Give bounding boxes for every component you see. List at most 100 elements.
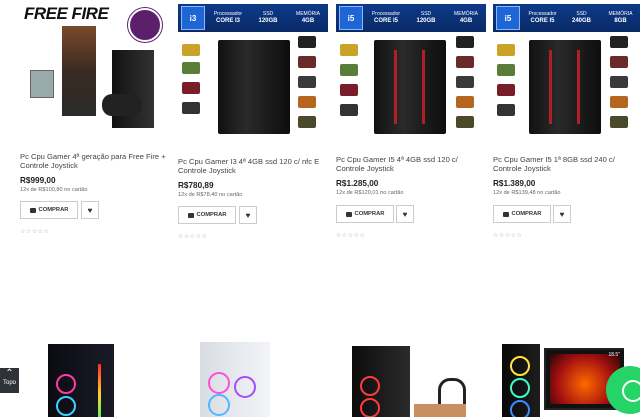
free-fire-logo: FREE FIRE: [24, 4, 109, 23]
buy-label: COMPRAR: [354, 211, 385, 217]
product-image[interactable]: i5 Processador CORE I5 SSD 120GB MEMÓRIA 4G…: [336, 0, 486, 140]
buy-button[interactable]: COMPRAR: [178, 206, 236, 224]
whatsapp-icon: [622, 380, 640, 402]
rating-stars: ☆☆☆☆☆: [20, 229, 50, 235]
product-image[interactable]: [190, 338, 290, 417]
game-logo: [182, 102, 200, 114]
game-logo: [456, 76, 474, 88]
buy-label: COMPRAR: [38, 207, 69, 213]
heart-icon: ♥: [559, 209, 565, 219]
spec-banner: i5 Processador CORE I5 SSD 240GB MEMÓRIA 8G…: [493, 4, 640, 32]
game-logo: [456, 96, 474, 108]
spec-label: MEMÓRIA: [454, 11, 478, 17]
product-image[interactable]: 18.5": [498, 338, 624, 417]
cpu-badge: i5: [339, 6, 363, 30]
pc-tower: [200, 342, 270, 417]
game-logo: [182, 82, 200, 94]
installments-text: 12x de R$100,80 no cartão: [20, 187, 88, 193]
cpu-chip-box: [30, 70, 54, 98]
game-logo: [298, 56, 316, 68]
game-logo: [497, 44, 515, 56]
game-logo: [182, 62, 200, 74]
cpu-badge: i3: [181, 6, 205, 30]
gamepad-image: [102, 94, 142, 116]
product-image[interactable]: i5 Processador CORE I5 SSD 240GB MEMÓRIA 8G…: [493, 0, 640, 140]
cpu-badge: i5: [496, 6, 520, 30]
product-image[interactable]: [348, 338, 473, 417]
spec-value: CORE I5: [373, 18, 398, 24]
game-logo: [298, 96, 316, 108]
product-image[interactable]: i3 Processador CORE I3 SSD 120GB MEMÓRIA 4G…: [178, 0, 328, 140]
product-price: R$780,89: [178, 181, 214, 190]
monitor-size-label: 18.5": [608, 352, 620, 358]
buy-button[interactable]: COMPRAR: [20, 201, 78, 219]
heart-icon: ♥: [87, 205, 93, 215]
mousepad-image: [414, 404, 466, 417]
game-logo: [182, 44, 200, 56]
wishlist-button[interactable]: ♥: [239, 206, 257, 224]
spec-label: Processador: [528, 11, 557, 17]
cart-icon: [345, 211, 352, 217]
game-logo: [610, 36, 628, 48]
spec-value: 4GB: [301, 18, 315, 24]
headset-image: [438, 378, 466, 405]
wishlist-button[interactable]: ♥: [396, 205, 414, 223]
spec-label: MEMÓRIA: [296, 11, 320, 17]
game-character: [62, 26, 96, 116]
installments-text: 12x de R$78,40 no cartão: [178, 192, 243, 198]
spec-value: 120GB: [258, 18, 278, 24]
game-logo: [456, 116, 474, 128]
game-logo: [298, 116, 316, 128]
game-logo: [456, 36, 474, 48]
gamepad-icon: [128, 8, 162, 42]
pc-tower: [502, 344, 540, 417]
game-logo: [340, 44, 358, 56]
buy-label: COMPRAR: [511, 211, 542, 217]
rating-stars: ☆☆☆☆☆: [493, 233, 523, 239]
game-logo: [610, 56, 628, 68]
spec-banner: i5 Processador CORE I5 SSD 120GB MEMÓRIA 4G…: [336, 4, 486, 32]
buy-label: COMPRAR: [196, 212, 227, 218]
game-logo: [610, 76, 628, 88]
pc-tower: [112, 50, 154, 128]
product-title[interactable]: Pc Cpu Gamer I3 4ª 4GB ssd 120 c/ nfc E …: [178, 157, 328, 175]
spec-label: SSD: [420, 11, 432, 17]
heart-icon: ♥: [245, 210, 251, 220]
wishlist-button[interactable]: ♥: [553, 205, 571, 223]
spec-value: 4GB: [459, 18, 473, 24]
product-image[interactable]: FREE FIRE: [20, 0, 170, 140]
pc-tower: [218, 40, 290, 134]
product-title[interactable]: Pc Cpu Gamer I5 4ª 4GB ssd 120 c/ Contro…: [336, 155, 486, 173]
wishlist-button[interactable]: ♥: [81, 201, 99, 219]
installments-text: 12x de R$139,48 no cartão: [493, 190, 561, 196]
rating-stars: ☆☆☆☆☆: [178, 234, 208, 240]
pc-tower: [352, 346, 410, 417]
spec-banner: i3 Processador CORE I3 SSD 120GB MEMÓRIA 4G…: [178, 4, 328, 32]
product-title[interactable]: Pc Cpu Gamer I5 1ª 8GB ssd 240 c/ Contro…: [493, 155, 633, 173]
spec-label: SSD: [262, 11, 274, 17]
spec-label: Processador: [213, 11, 243, 17]
spec-value: 240GB: [571, 18, 591, 24]
cart-icon: [502, 211, 509, 217]
game-logo: [340, 64, 358, 76]
back-to-top-button[interactable]: ⌃ Topo: [0, 368, 19, 393]
buy-button[interactable]: COMPRAR: [336, 205, 394, 223]
cart-icon: [187, 212, 194, 218]
game-logo: [610, 96, 628, 108]
game-logo: [610, 116, 628, 128]
product-image[interactable]: [34, 338, 134, 417]
game-logo: [298, 76, 316, 88]
pc-tower: [529, 40, 601, 134]
game-logo: [340, 104, 358, 116]
spec-value: 8GB: [614, 18, 627, 24]
spec-label: Processador: [371, 11, 401, 17]
game-logo: [456, 56, 474, 68]
product-price: R$1.285,00: [336, 179, 379, 188]
rating-stars: ☆☆☆☆☆: [336, 233, 366, 239]
buy-button[interactable]: COMPRAR: [493, 205, 551, 223]
chevron-up-icon: ⌃: [5, 368, 14, 379]
spec-value: CORE I5: [530, 18, 555, 24]
back-to-top-label: Topo: [2, 380, 16, 386]
game-logo: [497, 104, 515, 116]
product-title[interactable]: Pc Cpu Gamer 4ª geração para Free Fire +…: [20, 152, 170, 170]
